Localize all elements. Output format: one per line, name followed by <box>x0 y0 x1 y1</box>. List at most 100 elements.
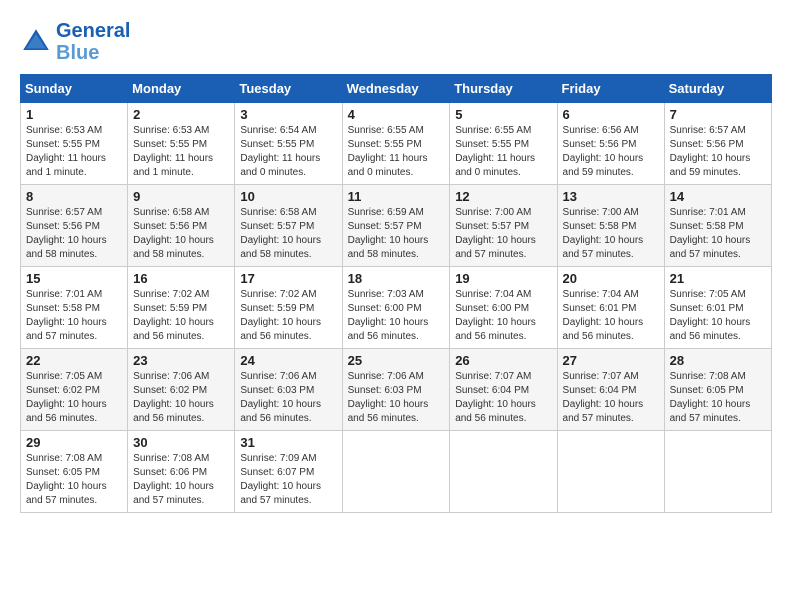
day-number: 22 <box>26 353 122 368</box>
calendar-cell: 7 Sunrise: 6:57 AM Sunset: 5:56 PM Dayli… <box>664 103 771 185</box>
day-number: 3 <box>240 107 336 122</box>
day-number: 30 <box>133 435 229 450</box>
calendar-header-row: SundayMondayTuesdayWednesdayThursdayFrid… <box>21 75 772 103</box>
day-info: Sunrise: 6:58 AM Sunset: 5:56 PM Dayligh… <box>133 206 229 262</box>
calendar-cell: 5 Sunrise: 6:55 AM Sunset: 5:55 PM Dayli… <box>450 103 557 185</box>
calendar-cell: 14 Sunrise: 7:01 AM Sunset: 5:58 PM Dayl… <box>664 185 771 267</box>
calendar-cell: 28 Sunrise: 7:08 AM Sunset: 6:05 PM Dayl… <box>664 349 771 431</box>
day-info: Sunrise: 7:07 AM Sunset: 6:04 PM Dayligh… <box>563 370 659 426</box>
day-info: Sunrise: 7:02 AM Sunset: 5:59 PM Dayligh… <box>240 288 336 344</box>
day-info: Sunrise: 6:53 AM Sunset: 5:55 PM Dayligh… <box>133 124 229 180</box>
calendar-cell <box>450 431 557 513</box>
calendar-week-5: 29 Sunrise: 7:08 AM Sunset: 6:05 PM Dayl… <box>21 431 772 513</box>
calendar-cell <box>557 431 664 513</box>
day-info: Sunrise: 7:03 AM Sunset: 6:00 PM Dayligh… <box>348 288 445 344</box>
day-header-thursday: Thursday <box>450 75 557 103</box>
logo: General Blue <box>20 20 130 64</box>
calendar-cell: 30 Sunrise: 7:08 AM Sunset: 6:06 PM Dayl… <box>128 431 235 513</box>
day-number: 28 <box>670 353 766 368</box>
day-number: 24 <box>240 353 336 368</box>
calendar-cell: 23 Sunrise: 7:06 AM Sunset: 6:02 PM Dayl… <box>128 349 235 431</box>
day-number: 17 <box>240 271 336 286</box>
day-info: Sunrise: 7:09 AM Sunset: 6:07 PM Dayligh… <box>240 452 336 508</box>
calendar-week-4: 22 Sunrise: 7:05 AM Sunset: 6:02 PM Dayl… <box>21 349 772 431</box>
day-info: Sunrise: 7:00 AM Sunset: 5:58 PM Dayligh… <box>563 206 659 262</box>
day-info: Sunrise: 6:59 AM Sunset: 5:57 PM Dayligh… <box>348 206 445 262</box>
calendar-cell: 6 Sunrise: 6:56 AM Sunset: 5:56 PM Dayli… <box>557 103 664 185</box>
calendar-cell: 17 Sunrise: 7:02 AM Sunset: 5:59 PM Dayl… <box>235 267 342 349</box>
day-info: Sunrise: 6:58 AM Sunset: 5:57 PM Dayligh… <box>240 206 336 262</box>
day-number: 31 <box>240 435 336 450</box>
calendar-cell: 20 Sunrise: 7:04 AM Sunset: 6:01 PM Dayl… <box>557 267 664 349</box>
day-info: Sunrise: 6:57 AM Sunset: 5:56 PM Dayligh… <box>670 124 766 180</box>
day-number: 5 <box>455 107 551 122</box>
calendar-cell: 1 Sunrise: 6:53 AM Sunset: 5:55 PM Dayli… <box>21 103 128 185</box>
day-number: 26 <box>455 353 551 368</box>
calendar-cell: 29 Sunrise: 7:08 AM Sunset: 6:05 PM Dayl… <box>21 431 128 513</box>
day-info: Sunrise: 7:05 AM Sunset: 6:01 PM Dayligh… <box>670 288 766 344</box>
day-info: Sunrise: 7:01 AM Sunset: 5:58 PM Dayligh… <box>670 206 766 262</box>
day-number: 14 <box>670 189 766 204</box>
day-number: 12 <box>455 189 551 204</box>
day-info: Sunrise: 7:06 AM Sunset: 6:02 PM Dayligh… <box>133 370 229 426</box>
calendar-cell: 8 Sunrise: 6:57 AM Sunset: 5:56 PM Dayli… <box>21 185 128 267</box>
day-header-tuesday: Tuesday <box>235 75 342 103</box>
day-info: Sunrise: 7:07 AM Sunset: 6:04 PM Dayligh… <box>455 370 551 426</box>
day-info: Sunrise: 7:08 AM Sunset: 6:05 PM Dayligh… <box>670 370 766 426</box>
day-info: Sunrise: 7:06 AM Sunset: 6:03 PM Dayligh… <box>348 370 445 426</box>
page-header: General Blue <box>20 20 772 64</box>
day-number: 7 <box>670 107 766 122</box>
day-number: 27 <box>563 353 659 368</box>
day-info: Sunrise: 7:01 AM Sunset: 5:58 PM Dayligh… <box>26 288 122 344</box>
day-info: Sunrise: 7:06 AM Sunset: 6:03 PM Dayligh… <box>240 370 336 426</box>
calendar-cell: 19 Sunrise: 7:04 AM Sunset: 6:00 PM Dayl… <box>450 267 557 349</box>
day-number: 13 <box>563 189 659 204</box>
day-number: 21 <box>670 271 766 286</box>
day-number: 11 <box>348 189 445 204</box>
day-info: Sunrise: 6:55 AM Sunset: 5:55 PM Dayligh… <box>455 124 551 180</box>
day-info: Sunrise: 6:57 AM Sunset: 5:56 PM Dayligh… <box>26 206 122 262</box>
day-header-sunday: Sunday <box>21 75 128 103</box>
calendar-cell: 9 Sunrise: 6:58 AM Sunset: 5:56 PM Dayli… <box>128 185 235 267</box>
day-number: 16 <box>133 271 229 286</box>
calendar-cell: 13 Sunrise: 7:00 AM Sunset: 5:58 PM Dayl… <box>557 185 664 267</box>
logo-text: General Blue <box>56 20 130 64</box>
day-number: 19 <box>455 271 551 286</box>
calendar-cell: 18 Sunrise: 7:03 AM Sunset: 6:00 PM Dayl… <box>342 267 450 349</box>
day-info: Sunrise: 7:04 AM Sunset: 6:00 PM Dayligh… <box>455 288 551 344</box>
day-number: 6 <box>563 107 659 122</box>
calendar-week-2: 8 Sunrise: 6:57 AM Sunset: 5:56 PM Dayli… <box>21 185 772 267</box>
calendar-cell: 15 Sunrise: 7:01 AM Sunset: 5:58 PM Dayl… <box>21 267 128 349</box>
calendar-cell <box>664 431 771 513</box>
day-number: 18 <box>348 271 445 286</box>
day-number: 2 <box>133 107 229 122</box>
calendar-cell: 3 Sunrise: 6:54 AM Sunset: 5:55 PM Dayli… <box>235 103 342 185</box>
day-info: Sunrise: 7:04 AM Sunset: 6:01 PM Dayligh… <box>563 288 659 344</box>
calendar-cell: 31 Sunrise: 7:09 AM Sunset: 6:07 PM Dayl… <box>235 431 342 513</box>
calendar-cell <box>342 431 450 513</box>
day-number: 15 <box>26 271 122 286</box>
calendar-cell: 27 Sunrise: 7:07 AM Sunset: 6:04 PM Dayl… <box>557 349 664 431</box>
calendar-cell: 24 Sunrise: 7:06 AM Sunset: 6:03 PM Dayl… <box>235 349 342 431</box>
day-info: Sunrise: 6:56 AM Sunset: 5:56 PM Dayligh… <box>563 124 659 180</box>
day-number: 10 <box>240 189 336 204</box>
calendar-cell: 10 Sunrise: 6:58 AM Sunset: 5:57 PM Dayl… <box>235 185 342 267</box>
day-info: Sunrise: 7:08 AM Sunset: 6:06 PM Dayligh… <box>133 452 229 508</box>
calendar-week-1: 1 Sunrise: 6:53 AM Sunset: 5:55 PM Dayli… <box>21 103 772 185</box>
day-header-wednesday: Wednesday <box>342 75 450 103</box>
day-header-friday: Friday <box>557 75 664 103</box>
day-header-monday: Monday <box>128 75 235 103</box>
logo-icon <box>20 26 52 58</box>
day-number: 25 <box>348 353 445 368</box>
calendar-cell: 16 Sunrise: 7:02 AM Sunset: 5:59 PM Dayl… <box>128 267 235 349</box>
calendar-cell: 12 Sunrise: 7:00 AM Sunset: 5:57 PM Dayl… <box>450 185 557 267</box>
day-number: 29 <box>26 435 122 450</box>
calendar-cell: 11 Sunrise: 6:59 AM Sunset: 5:57 PM Dayl… <box>342 185 450 267</box>
calendar-cell: 26 Sunrise: 7:07 AM Sunset: 6:04 PM Dayl… <box>450 349 557 431</box>
calendar-cell: 4 Sunrise: 6:55 AM Sunset: 5:55 PM Dayli… <box>342 103 450 185</box>
calendar: SundayMondayTuesdayWednesdayThursdayFrid… <box>20 74 772 513</box>
day-number: 20 <box>563 271 659 286</box>
day-number: 1 <box>26 107 122 122</box>
day-info: Sunrise: 7:08 AM Sunset: 6:05 PM Dayligh… <box>26 452 122 508</box>
day-header-saturday: Saturday <box>664 75 771 103</box>
